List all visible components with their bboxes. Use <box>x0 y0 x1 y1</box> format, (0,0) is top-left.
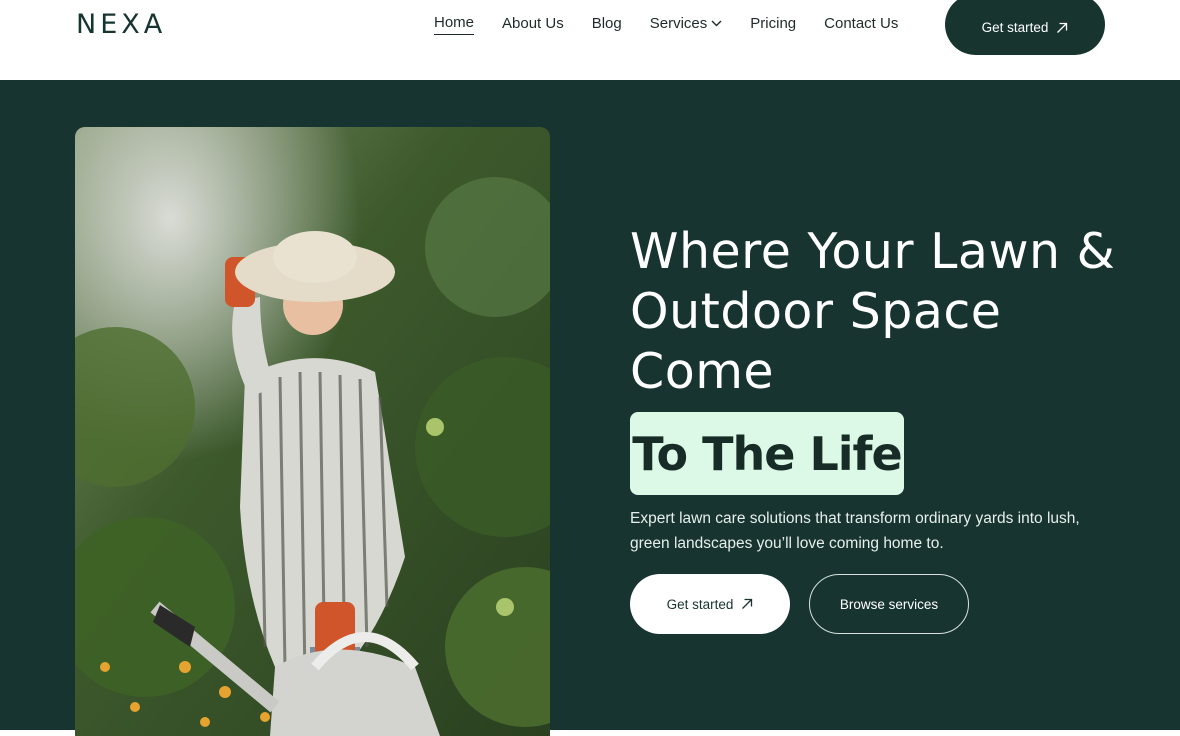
hero-highlight: To The Life <box>630 412 904 495</box>
hero-secondary-label: Browse services <box>839 596 939 612</box>
nav-blog-label: Blog <box>591 14 622 32</box>
hero-get-started-button[interactable]: Get started <box>630 574 790 634</box>
chevron-down-icon <box>711 20 722 27</box>
nav-home[interactable]: Home <box>434 14 475 35</box>
main-nav: Home About Us Blog Services Pricing Cont… <box>434 14 926 35</box>
header-cta-label: Get started <box>981 20 1049 35</box>
nav-pricing-label: Pricing <box>750 14 797 32</box>
nav-services-label: Services <box>649 14 708 32</box>
header-get-started-button[interactable]: Get started <box>945 0 1105 55</box>
nav-pricing[interactable]: Pricing <box>750 14 796 35</box>
hero-headline: Where Your Lawn & Outdoor Space Come <box>630 223 1116 400</box>
nav-about-label: About Us <box>502 14 564 32</box>
arrow-up-right-icon <box>1056 22 1068 34</box>
arrow-up-right-icon <box>741 598 753 610</box>
nav-contact[interactable]: Contact Us <box>824 14 898 35</box>
hero-image <box>75 127 550 736</box>
nav-contact-label: Contact Us <box>824 14 899 32</box>
nav-home-label: Home <box>434 14 475 31</box>
hero-subtitle: Expert lawn care solutions that transfor… <box>630 510 1080 552</box>
logo[interactable]: NEXA <box>76 9 166 40</box>
nav-about[interactable]: About Us <box>502 14 564 35</box>
nav-services[interactable]: Services <box>650 14 723 35</box>
site-header: NEXA Home About Us Blog Services Pricing… <box>0 0 1180 80</box>
browse-services-button[interactable]: Browse services <box>809 574 969 634</box>
hero-primary-label: Get started <box>666 596 734 612</box>
nav-blog[interactable]: Blog <box>592 14 622 35</box>
